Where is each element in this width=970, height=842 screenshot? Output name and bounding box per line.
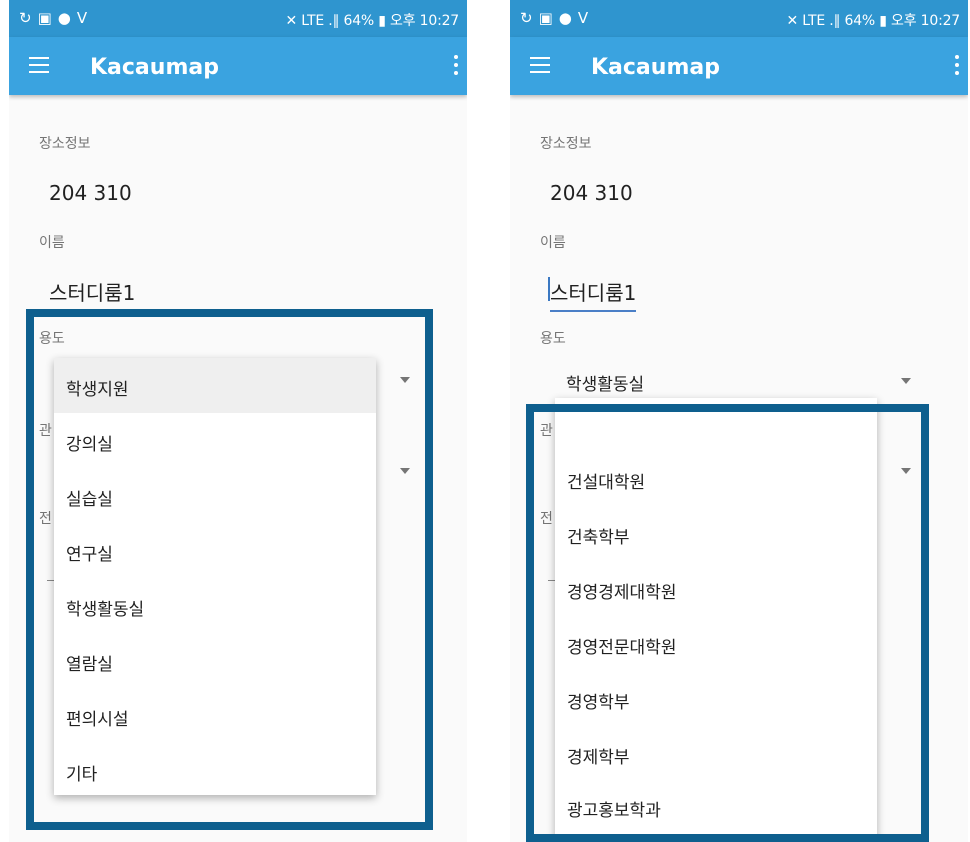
status-right-text: ✕ LTE .∥ 64% ▮ 오후 10:27 (285, 13, 460, 29)
status-icons: ↻ ▣ ● V (19, 9, 87, 27)
hamburger-menu-icon[interactable] (530, 57, 550, 73)
text-cursor (548, 277, 550, 301)
v-app-icon: V (76, 9, 88, 27)
more-vert-icon[interactable] (453, 55, 459, 77)
status-bar: ↻ ▣ ● V ✕ LTE .∥ 64% ▮ 오후 10:27 (510, 0, 968, 37)
place-info-label: 장소정보 (39, 136, 91, 152)
highlight-frame-left (26, 309, 433, 830)
app-bar: Kacaumap (510, 37, 968, 95)
place-info-label: 장소정보 (540, 136, 592, 152)
name-input[interactable]: 스터디룸1 (550, 277, 637, 312)
v-app-icon: V (577, 9, 589, 27)
status-bar: ↻ ▣ ● V ✕ LTE .∥ 64% ▮ 오후 10:27 (9, 0, 467, 37)
usage-spinner-value[interactable]: 학생활동실 (566, 370, 644, 395)
messenger-icon: ● (57, 9, 71, 27)
status-right-text: ✕ LTE .∥ 64% ▮ 오후 10:27 (786, 13, 961, 29)
name-input[interactable]: 스터디룸1 (49, 277, 136, 312)
gallery-icon: ▣ (37, 9, 52, 27)
sync-icon: ↻ (19, 9, 32, 27)
name-label: 이름 (39, 235, 65, 251)
app-bar: Kacaumap (9, 37, 467, 95)
messenger-icon: ● (558, 9, 572, 27)
hamburger-menu-icon[interactable] (29, 57, 49, 73)
app-title: Kacaumap (591, 55, 720, 80)
more-vert-icon[interactable] (954, 55, 960, 77)
highlight-frame-right (526, 404, 929, 842)
usage-label: 용도 (540, 331, 566, 347)
sync-icon: ↻ (520, 9, 533, 27)
app-title: Kacaumap (90, 55, 219, 80)
place-info-value: 204 310 (550, 181, 633, 205)
usage-spinner-arrow-icon[interactable] (901, 378, 911, 384)
gallery-icon: ▣ (538, 9, 553, 27)
place-info-value: 204 310 (49, 181, 132, 205)
name-label: 이름 (540, 235, 566, 251)
status-icons: ↻ ▣ ● V (520, 9, 588, 27)
